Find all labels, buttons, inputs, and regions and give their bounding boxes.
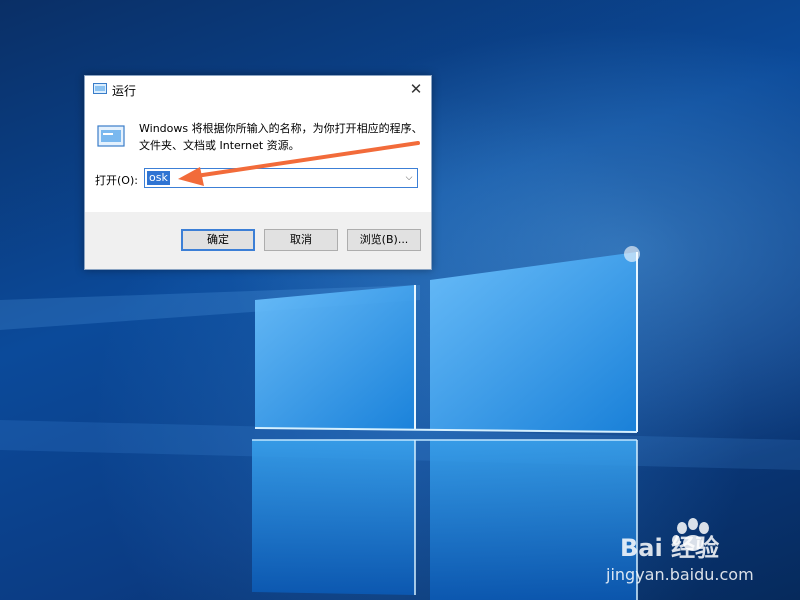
watermark-url: jingyan.baidu.com <box>606 565 754 584</box>
watermark-brand: Bai 经验 <box>620 534 720 562</box>
